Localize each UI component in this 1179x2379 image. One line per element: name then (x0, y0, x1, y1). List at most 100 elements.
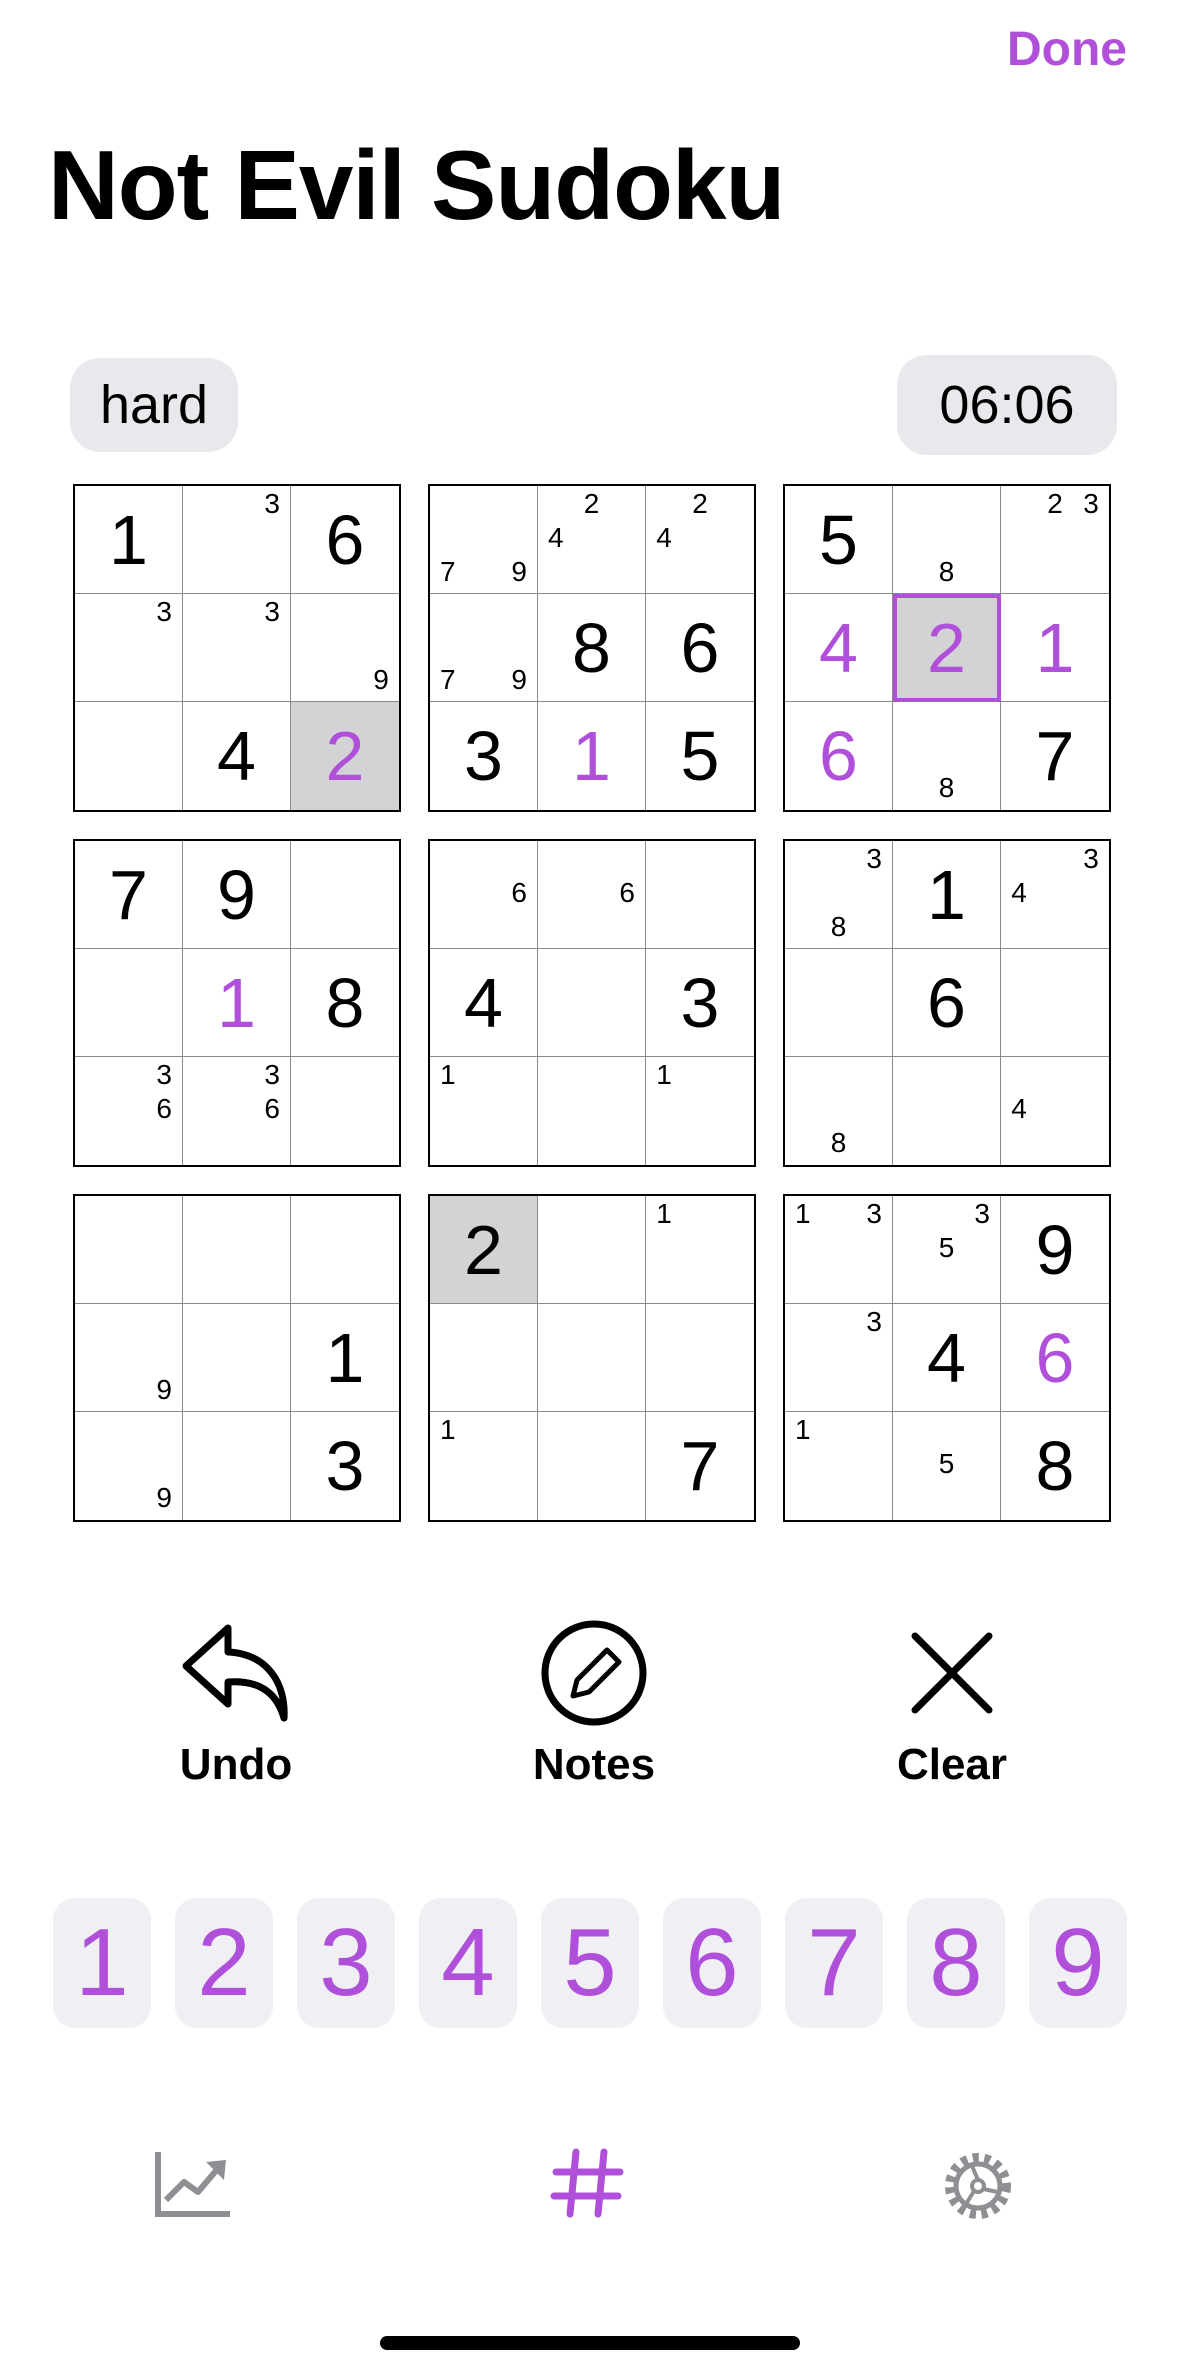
sudoku-cell[interactable] (538, 1196, 646, 1304)
sudoku-cell[interactable]: 4 (183, 702, 291, 810)
sudoku-cell[interactable]: 24 (538, 486, 646, 594)
sudoku-cell[interactable]: 1 (183, 949, 291, 1057)
key-5[interactable]: 5 (541, 1898, 639, 2028)
cell-value: 1 (572, 717, 611, 795)
timer-badge[interactable]: 06:06 (897, 355, 1117, 455)
sudoku-cell[interactable]: 1 (646, 1196, 754, 1304)
sudoku-cell[interactable]: 79 (430, 486, 538, 594)
undo-button[interactable]: Undo (126, 1618, 346, 1790)
sudoku-cell[interactable]: 1 (430, 1412, 538, 1520)
sudoku-cell[interactable]: 6 (430, 841, 538, 949)
sudoku-cell[interactable]: 6 (538, 841, 646, 949)
sudoku-cell[interactable]: 13 (785, 1196, 893, 1304)
sudoku-cell[interactable]: 7 (75, 841, 183, 949)
sudoku-cell[interactable] (75, 949, 183, 1057)
sudoku-cell[interactable]: 6 (291, 486, 399, 594)
sudoku-cell[interactable]: 9 (75, 1304, 183, 1412)
difficulty-badge[interactable]: hard (70, 358, 238, 452)
sudoku-cell[interactable]: 8 (785, 1057, 893, 1165)
sudoku-cell[interactable]: 7 (646, 1412, 754, 1520)
sudoku-cell[interactable]: 1 (291, 1304, 399, 1412)
sudoku-cell[interactable] (291, 841, 399, 949)
sudoku-cell[interactable]: 1 (430, 1057, 538, 1165)
key-6[interactable]: 6 (663, 1898, 761, 2028)
sudoku-cell[interactable]: 8 (893, 486, 1001, 594)
sudoku-cell[interactable]: 23 (1001, 486, 1109, 594)
sudoku-cell[interactable]: 2 (291, 702, 399, 810)
sudoku-cell[interactable] (646, 841, 754, 949)
sudoku-cell[interactable]: 8 (291, 949, 399, 1057)
sudoku-cell[interactable] (538, 949, 646, 1057)
sudoku-cell[interactable]: 3 (646, 949, 754, 1057)
sudoku-cell[interactable]: 1 (1001, 594, 1109, 702)
sudoku-cell[interactable]: 24 (646, 486, 754, 594)
sudoku-cell[interactable] (75, 1196, 183, 1304)
tab-game[interactable] (550, 2148, 624, 2223)
sudoku-cell[interactable]: 9 (183, 841, 291, 949)
sudoku-cell[interactable]: 1 (646, 1057, 754, 1165)
sudoku-cell[interactable] (785, 949, 893, 1057)
tab-stats[interactable] (154, 2148, 234, 2223)
sudoku-cell[interactable] (291, 1057, 399, 1165)
sudoku-cell[interactable]: 3 (183, 486, 291, 594)
sudoku-cell[interactable]: 6 (1001, 1304, 1109, 1412)
sudoku-cell[interactable] (893, 1057, 1001, 1165)
sudoku-cell[interactable]: 3 (75, 594, 183, 702)
sudoku-cell[interactable]: 9 (291, 594, 399, 702)
sudoku-cell[interactable]: 5 (893, 1412, 1001, 1520)
sudoku-cell[interactable] (183, 1412, 291, 1520)
sudoku-cell[interactable] (538, 1304, 646, 1412)
sudoku-cell[interactable]: 1 (538, 702, 646, 810)
sudoku-cell[interactable]: 6 (893, 949, 1001, 1057)
sudoku-cell[interactable]: 8 (893, 702, 1001, 810)
sudoku-cell[interactable]: 5 (646, 702, 754, 810)
key-8[interactable]: 8 (907, 1898, 1005, 2028)
sudoku-cell[interactable]: 1 (75, 486, 183, 594)
sudoku-cell[interactable]: 8 (538, 594, 646, 702)
sudoku-cell[interactable]: 2 (893, 594, 1001, 702)
sudoku-cell[interactable]: 4 (430, 949, 538, 1057)
sudoku-cell[interactable] (538, 1057, 646, 1165)
sudoku-cell[interactable]: 6 (785, 702, 893, 810)
key-2[interactable]: 2 (175, 1898, 273, 2028)
key-3[interactable]: 3 (297, 1898, 395, 2028)
sudoku-cell[interactable] (646, 1304, 754, 1412)
sudoku-cell[interactable]: 4 (893, 1304, 1001, 1412)
sudoku-cell[interactable]: 8 (1001, 1412, 1109, 1520)
clear-button[interactable]: Clear (842, 1618, 1062, 1790)
sudoku-cell[interactable] (538, 1412, 646, 1520)
sudoku-cell[interactable]: 9 (75, 1412, 183, 1520)
sudoku-cell[interactable]: 79 (430, 594, 538, 702)
done-button[interactable]: Done (1007, 22, 1127, 77)
sudoku-cell[interactable]: 3 (785, 1304, 893, 1412)
sudoku-cell[interactable]: 3 (183, 594, 291, 702)
sudoku-cell[interactable]: 3 (291, 1412, 399, 1520)
sudoku-cell[interactable]: 4 (1001, 1057, 1109, 1165)
sudoku-cell[interactable]: 5 (785, 486, 893, 594)
key-1[interactable]: 1 (53, 1898, 151, 2028)
sudoku-cell[interactable]: 35 (893, 1196, 1001, 1304)
sudoku-cell[interactable] (183, 1196, 291, 1304)
sudoku-cell[interactable] (430, 1304, 538, 1412)
sudoku-cell[interactable]: 36 (75, 1057, 183, 1165)
sudoku-cell[interactable]: 1 (785, 1412, 893, 1520)
sudoku-cell[interactable]: 1 (893, 841, 1001, 949)
sudoku-cell[interactable] (291, 1196, 399, 1304)
sudoku-cell[interactable] (75, 702, 183, 810)
sudoku-cell[interactable]: 38 (785, 841, 893, 949)
notes-button[interactable]: Notes (484, 1618, 704, 1790)
sudoku-cell[interactable]: 34 (1001, 841, 1109, 949)
sudoku-cell[interactable]: 2 (430, 1196, 538, 1304)
tab-settings[interactable] (940, 2148, 1016, 2229)
key-4[interactable]: 4 (419, 1898, 517, 2028)
sudoku-cell[interactable]: 7 (1001, 702, 1109, 810)
sudoku-cell[interactable]: 9 (1001, 1196, 1109, 1304)
key-7[interactable]: 7 (785, 1898, 883, 2028)
key-9[interactable]: 9 (1029, 1898, 1127, 2028)
sudoku-cell[interactable]: 4 (785, 594, 893, 702)
sudoku-cell[interactable]: 6 (646, 594, 754, 702)
sudoku-cell[interactable]: 36 (183, 1057, 291, 1165)
sudoku-cell[interactable]: 3 (430, 702, 538, 810)
sudoku-cell[interactable] (183, 1304, 291, 1412)
sudoku-cell[interactable] (1001, 949, 1109, 1057)
